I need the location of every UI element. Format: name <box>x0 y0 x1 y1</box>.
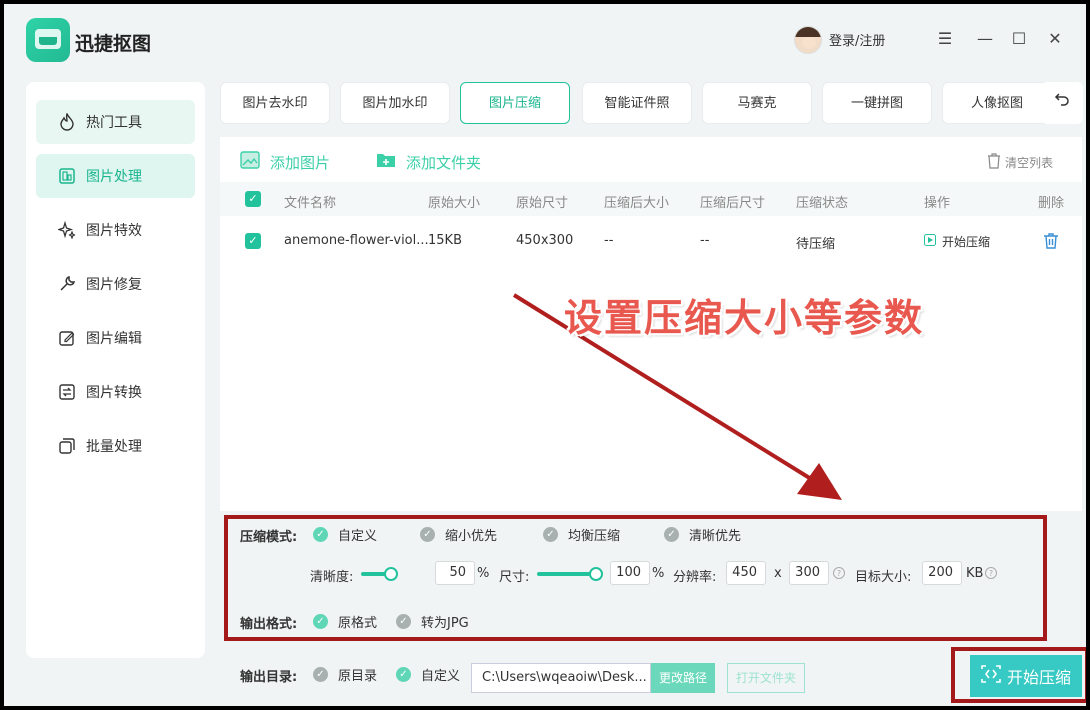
output-dir-label: 输出目录: <box>240 670 298 685</box>
change-path-button[interactable]: 更改路径 <box>651 663 715 693</box>
annotation-text: 设置压缩大小等参数 <box>564 296 925 340</box>
annotation-box <box>224 515 1047 641</box>
output-original-radio[interactable]: ✓ 原目录 <box>313 665 377 684</box>
check-icon: ✓ <box>396 667 411 682</box>
check-icon: ✓ <box>313 667 328 682</box>
app-window: 迅捷抠图 登录/注册 ☰ — ☐ ✕ 热门工具 图片处理 图片特效 图片修复 图… <box>4 4 1086 706</box>
output-path-field[interactable]: C:\Users\wqeaoiw\Desk... <box>471 663 651 693</box>
open-folder-button[interactable]: 打开文件夹 <box>727 663 805 693</box>
annotation-box <box>951 647 1086 703</box>
output-custom-radio[interactable]: ✓ 自定义 <box>396 665 460 684</box>
